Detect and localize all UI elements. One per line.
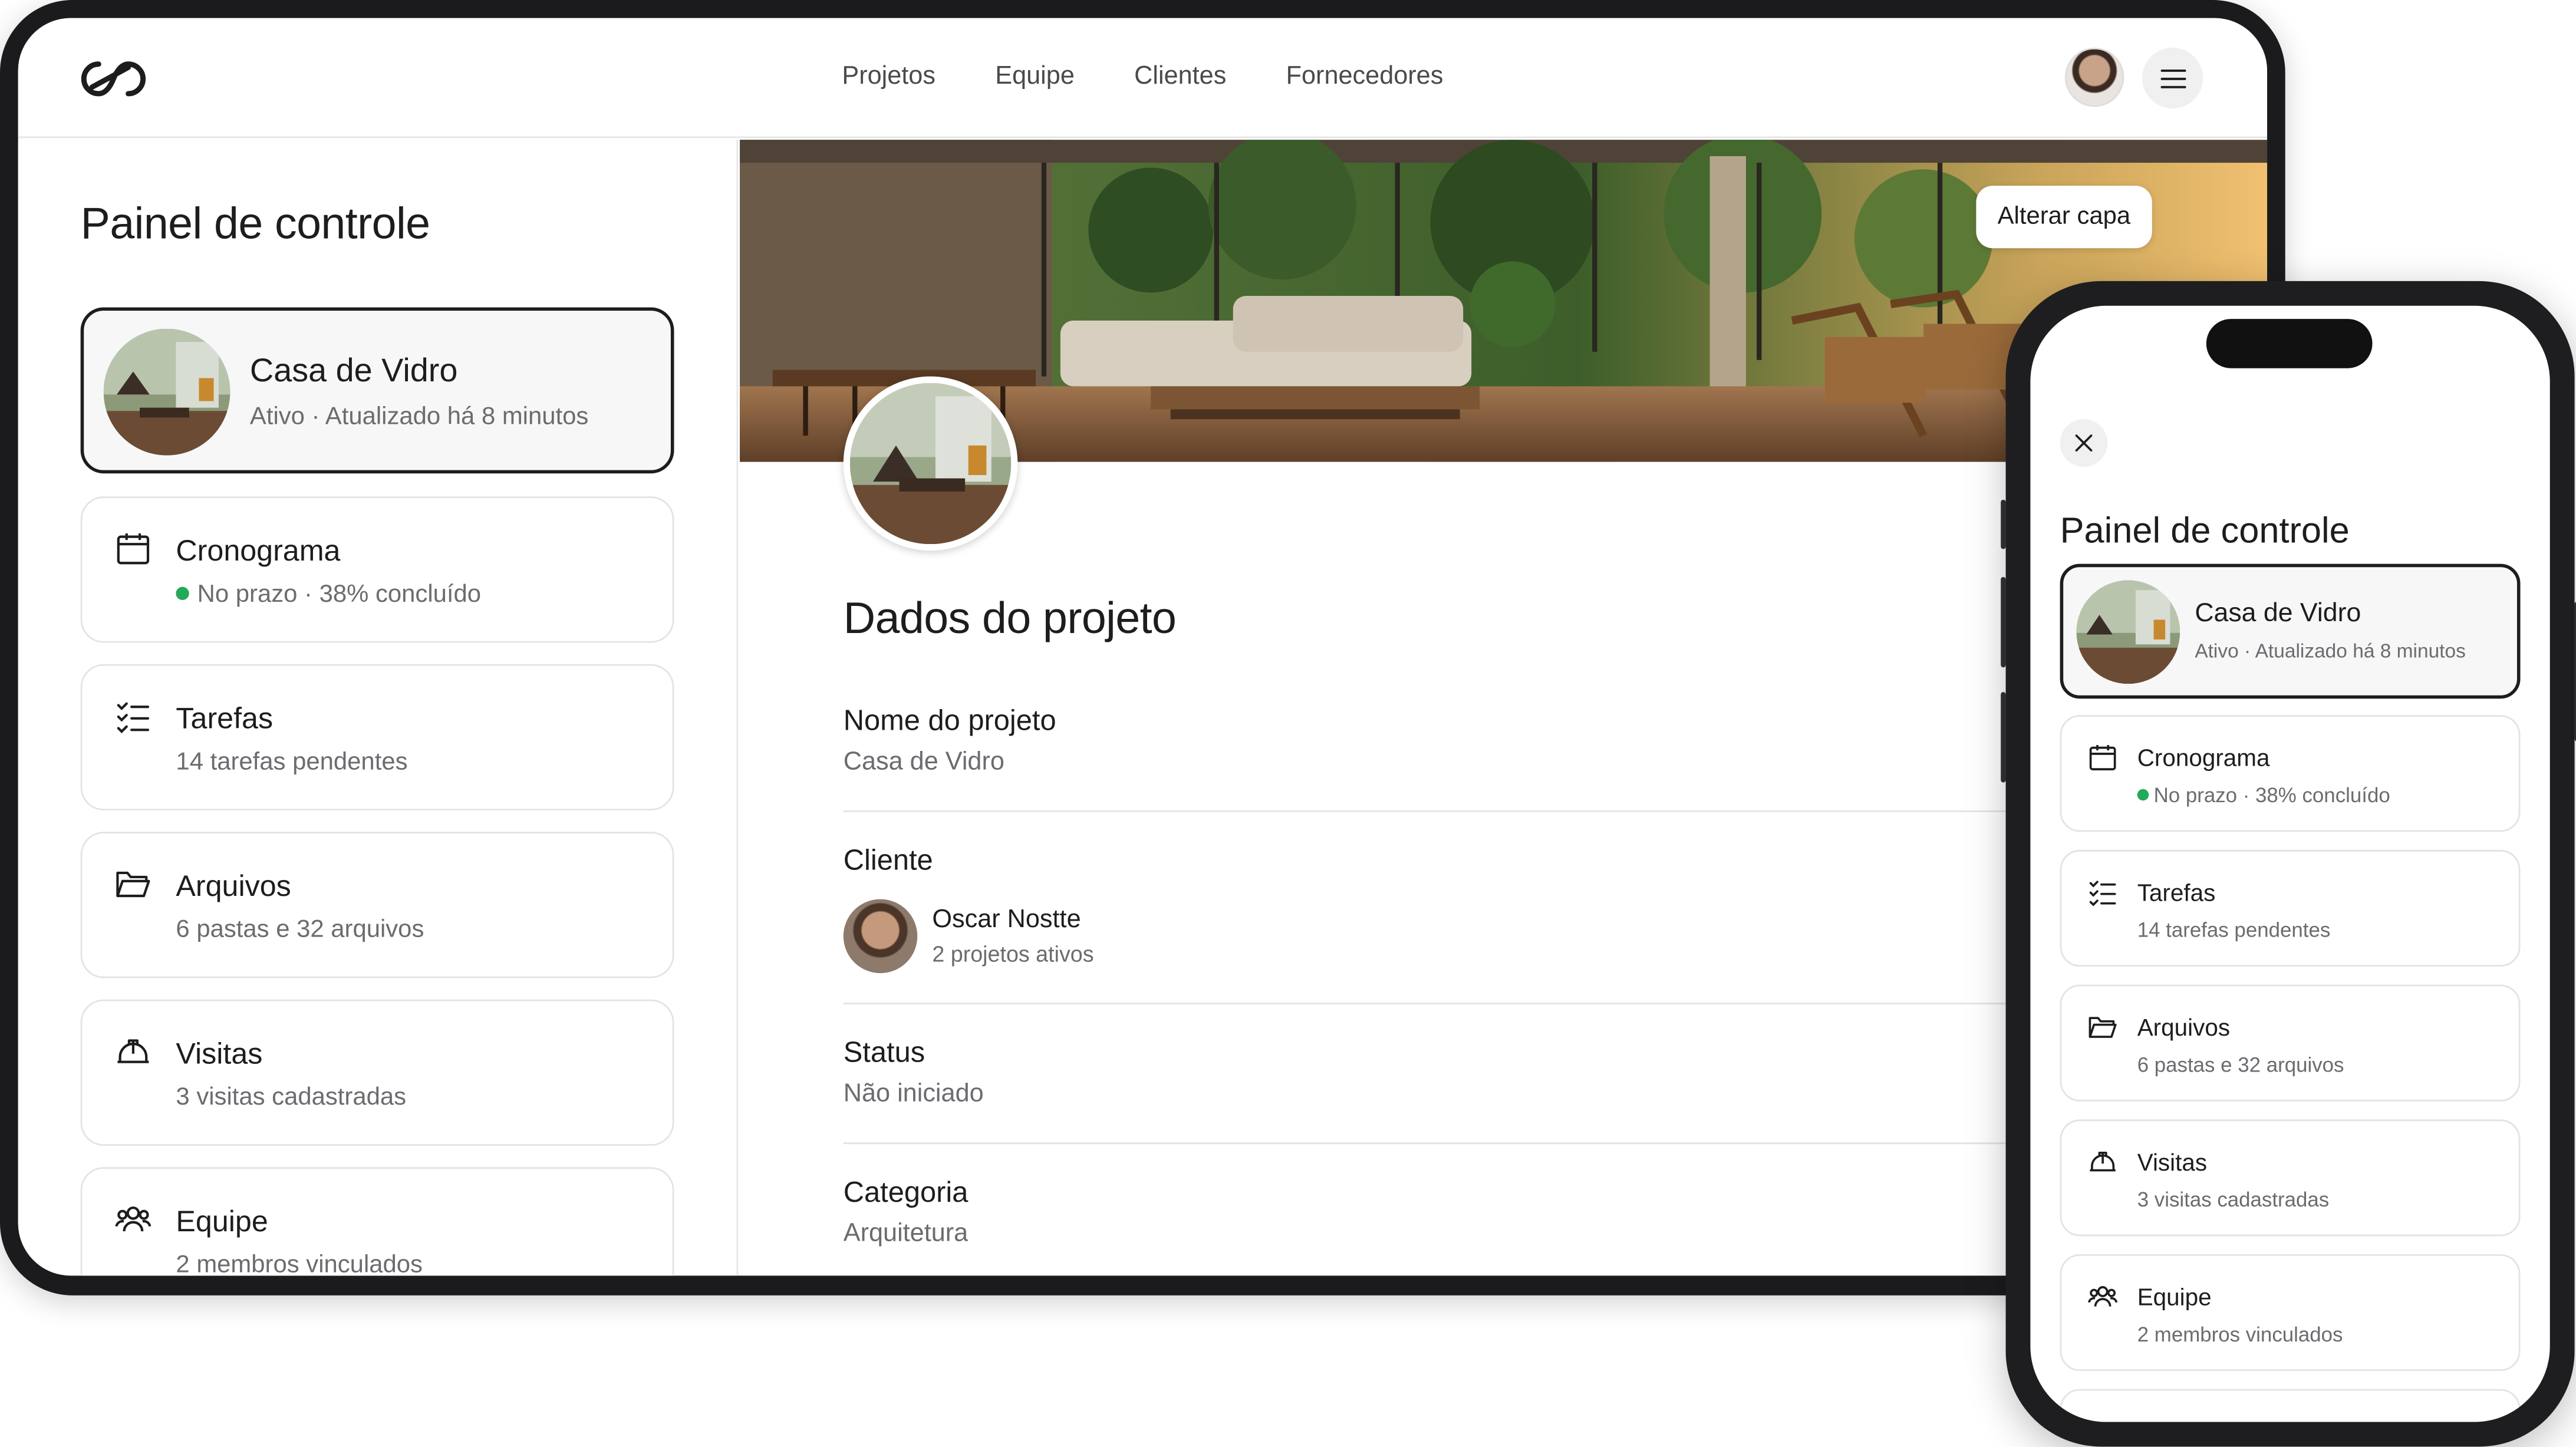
status-dot-icon bbox=[176, 586, 189, 600]
field-value-category: Arquitetura bbox=[843, 1219, 969, 1248]
nav-projetos[interactable]: Projetos bbox=[842, 62, 935, 92]
sidebar-item-label: Visitas bbox=[176, 1037, 263, 1070]
phone-item-label: Arquivos bbox=[2137, 1016, 2231, 1043]
client-name[interactable]: Oscar Nostte bbox=[932, 906, 1081, 935]
sidebar-item-label: Tarefas bbox=[176, 701, 274, 735]
folder-icon bbox=[116, 871, 150, 898]
project-status: Ativo · Atualizado há 8 minutos bbox=[249, 403, 589, 431]
sidebar-title: Painel de controle bbox=[80, 199, 430, 249]
sidebar-item-label: Cronograma bbox=[176, 534, 341, 568]
folder-icon bbox=[2089, 1017, 2117, 1038]
sidebar-item-sub: 2 membros vinculados bbox=[176, 1251, 423, 1276]
field-label-project-name: Nome do projeto bbox=[843, 703, 1056, 737]
phone-item-cronograma[interactable]: Cronograma No prazo · 38% concluído bbox=[2060, 715, 2521, 832]
project-name: Casa de Vidro bbox=[249, 353, 458, 390]
sidebar-item-label: Equipe bbox=[176, 1205, 268, 1238]
nav-fornecedores[interactable]: Fornecedores bbox=[1286, 62, 1444, 92]
phone-item-sub: No prazo · 38% concluído bbox=[2137, 784, 2390, 807]
nav-equipe[interactable]: Equipe bbox=[995, 62, 1075, 92]
menu-button[interactable] bbox=[2142, 47, 2203, 109]
project-photo[interactable] bbox=[843, 376, 1018, 551]
sidebar: Painel de controle Casa de Vidro Ativo ·… bbox=[18, 140, 739, 1276]
close-icon bbox=[2075, 434, 2093, 451]
field-label-client: Cliente bbox=[843, 843, 933, 876]
phone-item-tarefas[interactable]: Tarefas 14 tarefas pendentes bbox=[2060, 849, 2521, 967]
hardhat-icon bbox=[117, 1039, 149, 1063]
project-name: Casa de Vidro bbox=[2195, 599, 2361, 628]
sidebar-item-sub: 6 pastas e 32 arquivos bbox=[176, 915, 424, 944]
phone-side-button bbox=[2001, 499, 2006, 549]
tablet-screen: Projetos Equipe Clientes Fornecedores Pa… bbox=[18, 18, 2268, 1276]
sidebar-item-tarefas[interactable]: Tarefas 14 tarefas pendentes bbox=[80, 664, 674, 810]
close-button[interactable] bbox=[2060, 419, 2108, 467]
sidebar-item-arquivos[interactable]: Arquivos 6 pastas e 32 arquivos bbox=[80, 832, 674, 978]
tablet-frame: Projetos Equipe Clientes Fornecedores Pa… bbox=[0, 0, 2285, 1296]
client-project-count: 2 projetos ativos bbox=[932, 942, 1094, 967]
project-thumbnail bbox=[103, 328, 230, 456]
nav-clientes[interactable]: Clientes bbox=[1134, 62, 1226, 92]
hamburger-icon bbox=[2160, 68, 2186, 88]
phone-item-sub: 2 membros vinculados bbox=[2137, 1323, 2343, 1347]
hardhat-icon bbox=[2090, 1152, 2116, 1172]
phone-item-equipe[interactable]: Equipe 2 membros vinculados bbox=[2060, 1254, 2521, 1372]
project-thumbnail bbox=[2076, 580, 2180, 684]
field-label-category: Categoria bbox=[843, 1175, 969, 1208]
main-nav: Projetos Equipe Clientes Fornecedores bbox=[18, 62, 2267, 92]
top-navigation-bar: Projetos Equipe Clientes Fornecedores bbox=[18, 18, 2268, 139]
change-cover-button[interactable]: Alterar capa bbox=[1976, 186, 2152, 249]
field-value-project-name: Casa de Vidro bbox=[843, 747, 1004, 776]
calendar-icon bbox=[117, 533, 150, 565]
phone-item-sub: 14 tarefas pendentes bbox=[2137, 919, 2331, 942]
phone-item-label: Tarefas bbox=[2137, 881, 2216, 908]
schedule-status: No prazo · 38% concluído bbox=[2153, 784, 2390, 807]
team-icon bbox=[115, 1206, 151, 1232]
phone-frame: Painel de controle Casa de Vidro Ativo ·… bbox=[2001, 281, 2576, 1447]
sidebar-item-equipe[interactable]: Equipe 2 membros vinculados bbox=[80, 1167, 674, 1276]
phone-project-card-active[interactable]: Casa de Vidro Ativo · Atualizado há 8 mi… bbox=[2060, 563, 2521, 699]
sidebar-item-sub: No prazo · 38% concluído bbox=[176, 581, 481, 608]
dynamic-island bbox=[2206, 319, 2373, 368]
project-data-heading: Dados do projeto bbox=[843, 593, 1177, 643]
team-icon bbox=[2088, 1286, 2118, 1307]
checklist-icon bbox=[2089, 881, 2116, 907]
sidebar-item-sub: 14 tarefas pendentes bbox=[176, 747, 408, 776]
sidebar-item-visitas[interactable]: Visitas 3 visitas cadastradas bbox=[80, 999, 674, 1146]
status-dot-icon bbox=[2137, 789, 2149, 801]
phone-item-label: Cronograma bbox=[2137, 746, 2270, 773]
phone-item-sub: 6 pastas e 32 arquivos bbox=[2137, 1053, 2344, 1077]
client-avatar[interactable] bbox=[843, 899, 918, 974]
project-status: Ativo · Atualizado há 8 minutos bbox=[2195, 639, 2466, 662]
phone-volume-up bbox=[2001, 576, 2006, 668]
phone-item-visitas[interactable]: Visitas 3 visitas cadastradas bbox=[2060, 1119, 2521, 1237]
user-avatar[interactable] bbox=[2064, 47, 2124, 107]
phone-item-partial[interactable] bbox=[2060, 1389, 2521, 1422]
checklist-icon bbox=[117, 702, 150, 734]
phone-item-arquivos[interactable]: Arquivos 6 pastas e 32 arquivos bbox=[2060, 984, 2521, 1102]
sidebar-item-sub: 3 visitas cadastradas bbox=[176, 1083, 407, 1112]
schedule-status: No prazo · 38% concluído bbox=[197, 580, 482, 608]
phone-screen: Painel de controle Casa de Vidro Ativo ·… bbox=[2030, 305, 2550, 1422]
phone-panel-title: Painel de controle bbox=[2060, 509, 2350, 551]
phone-item-sub: 3 visitas cadastradas bbox=[2137, 1188, 2330, 1212]
calendar-icon bbox=[2089, 745, 2116, 770]
phone-item-label: Visitas bbox=[2137, 1151, 2208, 1177]
project-card-active[interactable]: Casa de Vidro Ativo · Atualizado há 8 mi… bbox=[80, 307, 674, 474]
phone-volume-down bbox=[2001, 692, 2006, 783]
phone-item-label: Equipe bbox=[2137, 1285, 2212, 1312]
field-label-status: Status bbox=[843, 1036, 925, 1069]
field-value-status: Não iniciado bbox=[843, 1080, 984, 1108]
sidebar-item-label: Arquivos bbox=[176, 869, 291, 903]
sidebar-item-cronograma[interactable]: Cronograma No prazo · 38% concluído bbox=[80, 496, 674, 643]
